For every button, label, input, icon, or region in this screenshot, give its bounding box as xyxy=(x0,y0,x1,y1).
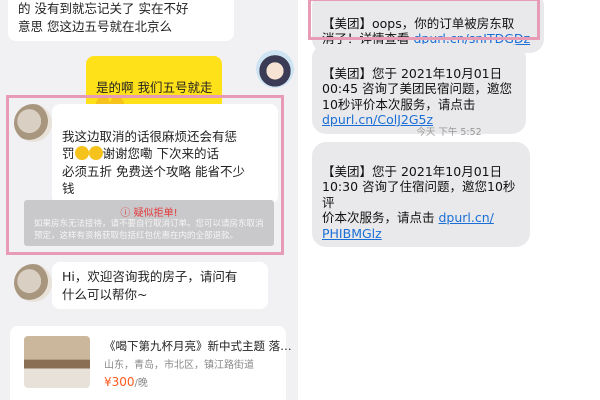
sms-message-survey-2: 【美团】您于 2021年10月01日 10:30 咨询了住宿问题，邀您10秒评 … xyxy=(312,142,530,247)
listing-location: 山东，青岛，市北区，镇江路街道 xyxy=(104,360,254,371)
highlight-box xyxy=(6,95,284,255)
anime-girl-avatar[interactable] xyxy=(256,50,294,88)
chat-message-greeting: Hi，欢迎咨询我的房子，请问有 什么可以帮你~ xyxy=(52,262,268,309)
highlight-box xyxy=(308,0,540,40)
sms-link[interactable]: PHIBMGlz xyxy=(322,226,382,241)
sms-text: 【美团】您于 2021年10月01日 00:45 咨询了美团民宿问题，邀您 10… xyxy=(322,65,512,112)
chat-message-top: 的 没有到就忘记关了 实在不好 意思 您这边五号就在北京么 xyxy=(8,0,234,41)
cat-avatar[interactable] xyxy=(14,264,52,302)
listing-photo xyxy=(24,336,90,388)
listing-price: ¥300/晚 xyxy=(104,374,148,389)
timestamp: 今天 下午 5:52 xyxy=(416,127,482,138)
listing-card[interactable]: 《喝下第九杯月亮》新中式主题 落… 山东，青岛，市北区，镇江路街道 ¥300/晚 xyxy=(10,326,292,400)
chat-panel: 的 没有到就忘记关了 实在不好 意思 您这边五号就在北京么 是的啊 我们五号就走… xyxy=(0,0,298,400)
listing-title: 《喝下第九杯月亮》新中式主题 落… xyxy=(104,339,292,353)
sms-message-survey-1: 【美团】您于 2021年10月01日 00:45 咨询了美团民宿问题，邀您 10… xyxy=(312,44,526,134)
price-value: ¥300 xyxy=(104,375,135,389)
reply-text: 是的啊 我们五号就走 xyxy=(96,79,213,95)
sms-panel: 【美团】oops，你的订单被房东取 消了！详情查看 dpurl.cn/snITD… xyxy=(298,0,600,400)
sms-link[interactable]: dpurl.cn/ xyxy=(438,210,493,225)
price-unit: /晚 xyxy=(134,378,148,389)
